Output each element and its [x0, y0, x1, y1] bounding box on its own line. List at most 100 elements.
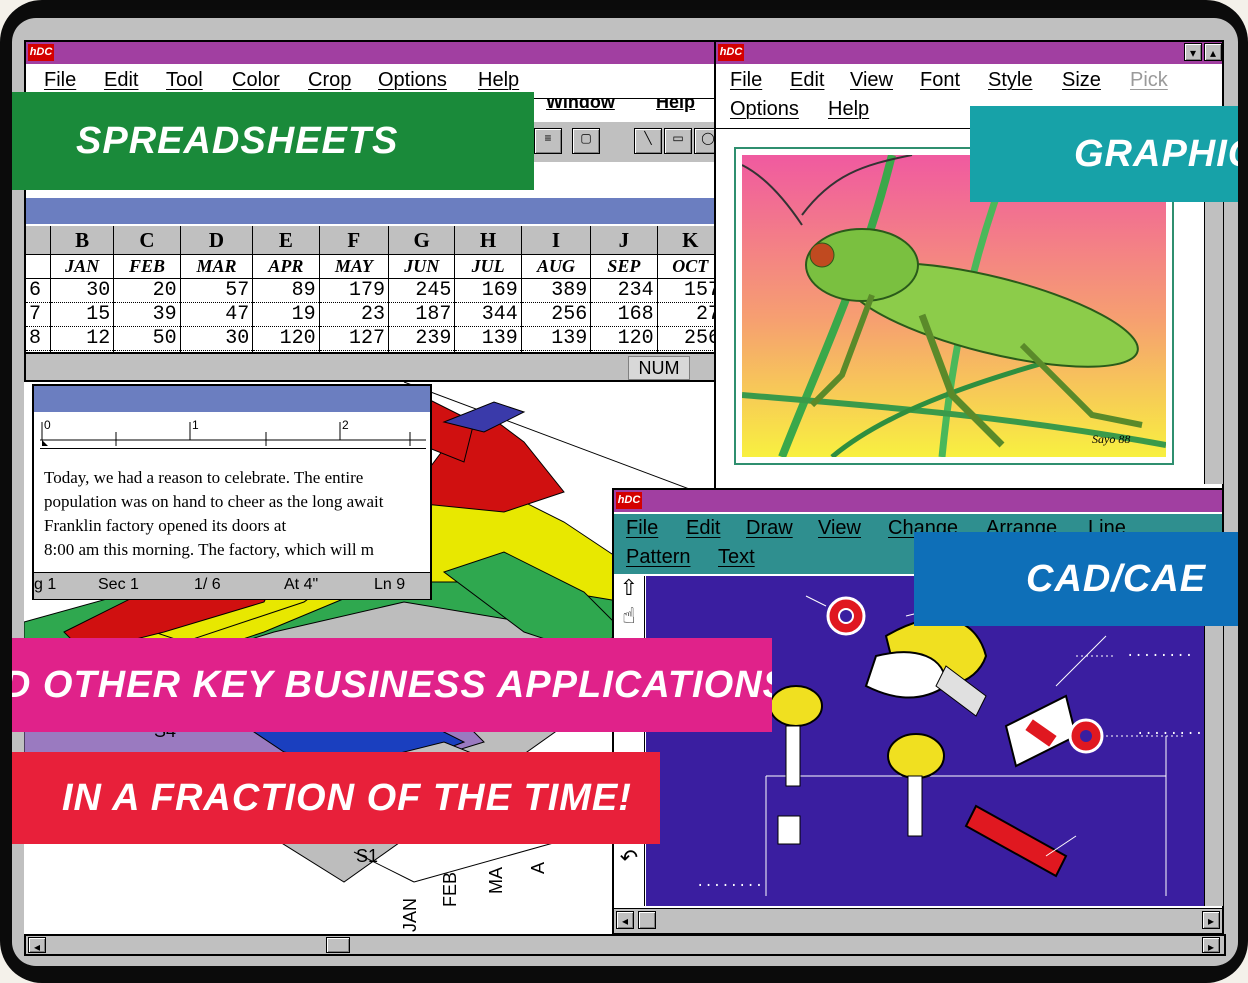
data-cell[interactable]: 20 — [113, 278, 181, 303]
word-titlebar[interactable] — [34, 386, 430, 412]
data-cell[interactable]: 12 — [50, 326, 115, 351]
data-cell[interactable]: 169 — [454, 278, 522, 303]
data-cell[interactable]: 256 — [521, 302, 592, 327]
data-cell[interactable]: 30 — [50, 278, 115, 303]
column-header[interactable]: H — [454, 226, 522, 255]
month-cell[interactable]: FEB — [113, 254, 181, 279]
scroll-right-button[interactable]: ▸ — [1202, 911, 1220, 929]
month-cell[interactable]: JAN — [50, 254, 115, 279]
data-cell[interactable]: 89 — [252, 278, 320, 303]
cad-horizontal-scrollbar[interactable]: ◂ ▸ — [614, 908, 1222, 933]
scroll-thumb[interactable] — [638, 911, 656, 929]
data-cell[interactable]: 47 — [180, 302, 254, 327]
month-cell[interactable]: MAY — [319, 254, 390, 279]
undo-tool-icon[interactable]: ↶ — [614, 846, 644, 871]
data-cell[interactable]: 57 — [180, 278, 254, 303]
scroll-thumb[interactable] — [326, 937, 350, 953]
frame-tool-button[interactable]: ▢ — [572, 128, 600, 154]
document-text[interactable]: Today, we had a reason to celebrate. The… — [44, 466, 428, 562]
data-cell[interactable]: 120 — [252, 326, 320, 351]
menu-edit[interactable]: Edit — [686, 517, 720, 540]
data-cell[interactable]: 30 — [180, 326, 254, 351]
data-cell[interactable]: 234 — [590, 278, 658, 303]
data-cell[interactable]: 39 — [113, 302, 181, 327]
data-cell[interactable]: 50 — [113, 326, 181, 351]
column-header[interactable]: C — [113, 226, 181, 255]
data-cell[interactable]: 120 — [590, 326, 658, 351]
data-cell[interactable]: 239 — [388, 326, 456, 351]
column-header[interactable]: F — [319, 226, 390, 255]
menu-file[interactable]: File — [626, 517, 658, 540]
menu-pick[interactable]: Pick — [1130, 69, 1168, 92]
month-cell[interactable]: JUL — [454, 254, 522, 279]
scroll-right-button[interactable]: ▸ — [1202, 937, 1220, 954]
menu-file[interactable]: File — [730, 69, 762, 92]
cad-toolbox[interactable]: ⇧ ☝ ↶ — [614, 576, 645, 906]
data-cell[interactable]: 127 — [319, 326, 390, 351]
menu-file[interactable]: File — [44, 69, 76, 92]
main-horizontal-scrollbar[interactable]: ◂ ▸ — [24, 934, 1226, 956]
menu-edit[interactable]: Edit — [790, 69, 824, 92]
app-logo-icon: hDC — [28, 44, 54, 61]
menu-edit[interactable]: Edit — [104, 69, 138, 92]
menu-crop[interactable]: Crop — [308, 69, 351, 92]
month-cell[interactable]: APR — [252, 254, 320, 279]
hand-tool-icon[interactable]: ☝ — [614, 604, 644, 632]
column-header[interactable]: I — [521, 226, 592, 255]
column-header[interactable]: E — [252, 226, 320, 255]
align-tool-button[interactable]: ≡ — [534, 128, 562, 154]
maximize-button[interactable]: ▴ — [1204, 43, 1222, 61]
data-cell[interactable]: 19 — [252, 302, 320, 327]
row-header[interactable]: 8 — [26, 326, 51, 351]
menu-text[interactable]: Text — [718, 546, 755, 569]
data-cell[interactable]: 168 — [590, 302, 658, 327]
menu-pattern[interactable]: Pattern — [626, 546, 690, 569]
menu-options[interactable]: Options — [730, 98, 799, 121]
data-cell[interactable]: 187 — [388, 302, 456, 327]
row-header[interactable]: 6 — [26, 278, 51, 303]
menu-view[interactable]: View — [850, 69, 893, 92]
cad-titlebar[interactable]: hDC — [614, 490, 1222, 512]
menu-options[interactable]: Options — [378, 69, 447, 92]
data-cell[interactable]: 15 — [50, 302, 115, 327]
up-arrow-tool-icon[interactable]: ⇧ — [614, 576, 644, 604]
background-menu-help[interactable]: Help — [656, 99, 695, 113]
column-header[interactable]: J — [590, 226, 658, 255]
menu-draw[interactable]: Draw — [746, 517, 793, 540]
data-cell[interactable]: 389 — [521, 278, 592, 303]
data-cell[interactable]: 245 — [388, 278, 456, 303]
row-header[interactable]: 7 — [26, 302, 51, 327]
menu-style[interactable]: Style — [988, 69, 1032, 92]
column-header[interactable]: D — [180, 226, 254, 255]
banner-cad-text: CAD/CAE — [1026, 558, 1207, 600]
month-cell[interactable]: MAR — [180, 254, 254, 279]
line-tool-button[interactable]: ╲ — [634, 128, 662, 154]
scroll-left-button[interactable]: ◂ — [616, 911, 634, 929]
column-header[interactable]: G — [388, 226, 456, 255]
data-cell[interactable]: 179 — [319, 278, 390, 303]
scroll-left-button[interactable]: ◂ — [28, 937, 46, 954]
menu-font[interactable]: Font — [920, 69, 960, 92]
num-indicator: NUM — [628, 356, 690, 380]
word-processor-window[interactable]: 0 1 2 Today, we had a reason to celebrat… — [32, 384, 432, 600]
menu-help[interactable]: Help — [478, 69, 519, 92]
data-cell[interactable]: 23 — [319, 302, 390, 327]
month-cell[interactable]: JUN — [388, 254, 456, 279]
menu-tool[interactable]: Tool — [166, 69, 203, 92]
menu-help[interactable]: Help — [828, 98, 869, 121]
data-cell[interactable]: 344 — [454, 302, 522, 327]
background-menu-window[interactable]: Window — [546, 99, 615, 113]
spreadsheet-titlebar[interactable]: hDC — [26, 42, 724, 64]
menu-size[interactable]: Size — [1062, 69, 1101, 92]
minimize-button[interactable]: ▾ — [1184, 43, 1202, 61]
data-cell[interactable]: 139 — [521, 326, 592, 351]
menu-view[interactable]: View — [818, 517, 861, 540]
graphics-titlebar[interactable]: hDC ▾ ▴ — [716, 42, 1222, 64]
month-cell[interactable]: AUG — [521, 254, 592, 279]
ruler[interactable]: 0 1 2 — [40, 418, 426, 449]
column-header[interactable]: B — [50, 226, 115, 255]
data-cell[interactable]: 139 — [454, 326, 522, 351]
menu-color[interactable]: Color — [232, 69, 280, 92]
rect-tool-button[interactable]: ▭ — [664, 128, 692, 154]
month-cell[interactable]: SEP — [590, 254, 658, 279]
